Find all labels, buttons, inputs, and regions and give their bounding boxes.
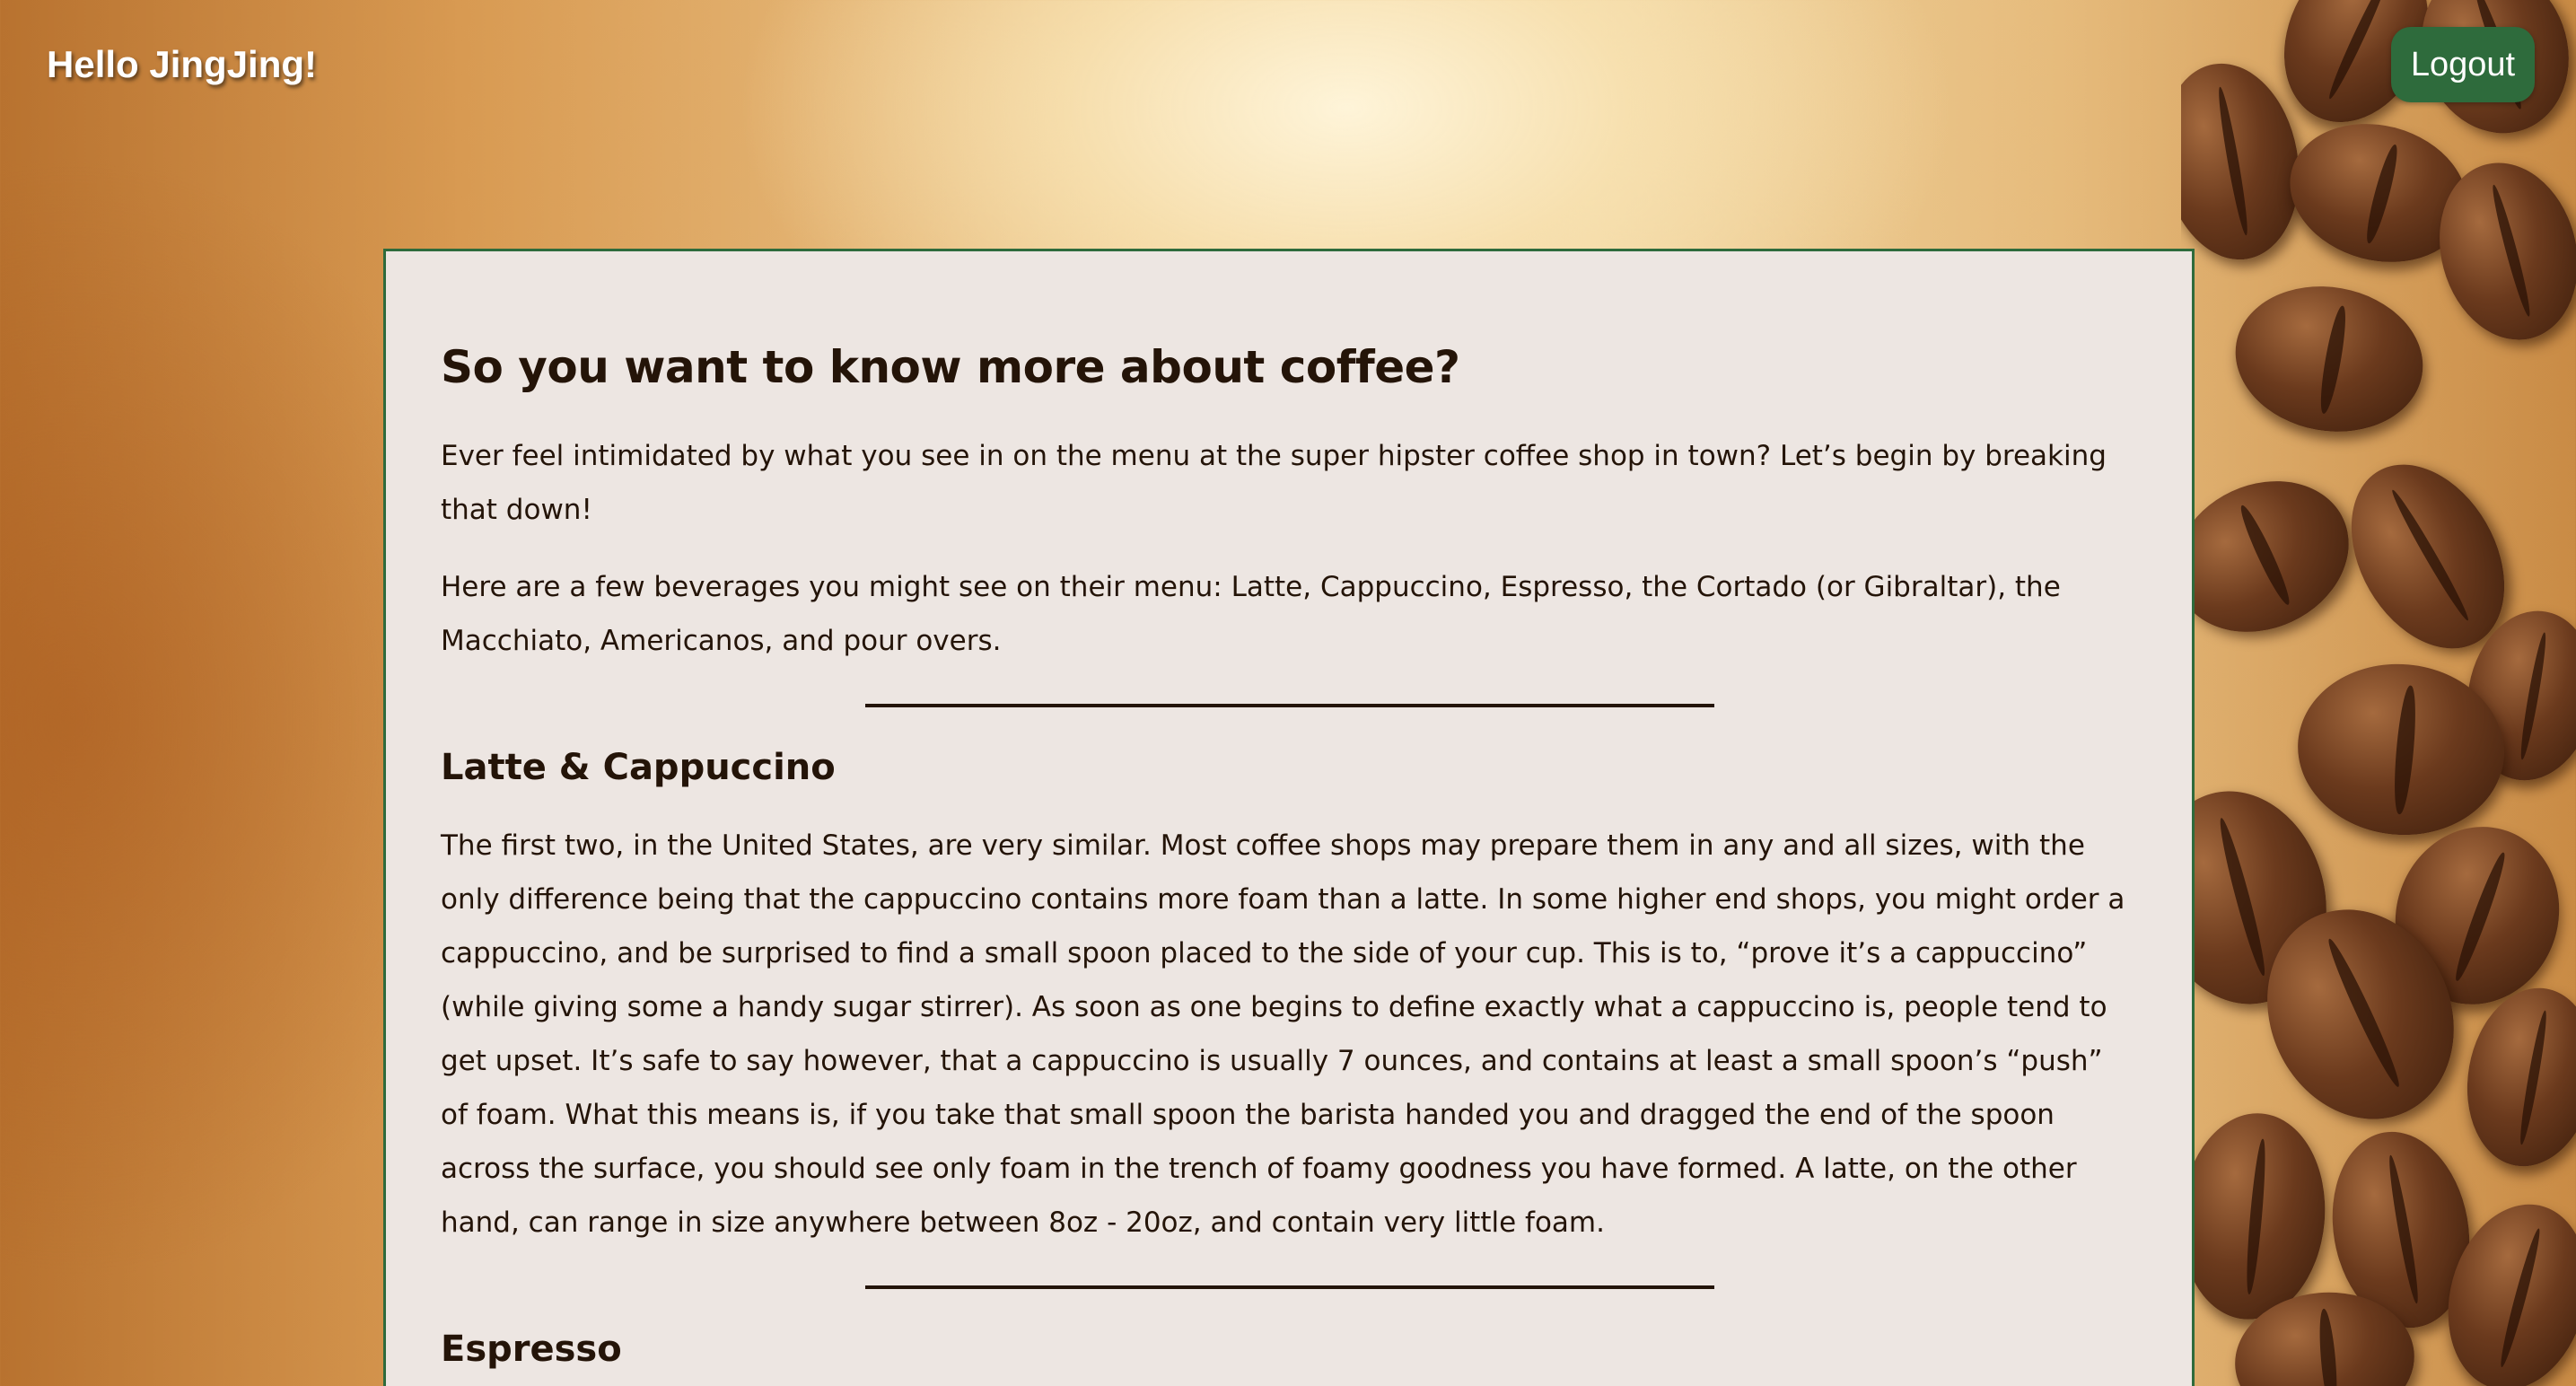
article-title: So you want to know more about coffee? xyxy=(441,341,1460,393)
coffee-bean xyxy=(2181,1107,2334,1326)
coffee-bean xyxy=(2223,271,2435,447)
coffee-bean xyxy=(2181,453,2374,660)
section-divider xyxy=(864,704,1714,707)
coffee-bean xyxy=(2453,978,2576,1177)
intro-paragraph: Ever feel intimidated by what you see in… xyxy=(441,440,2107,526)
section-heading: Latte & Cappuccino xyxy=(441,747,836,788)
section-heading: Espresso xyxy=(441,1329,622,1370)
article-card: So you want to know more about coffee? E… xyxy=(383,249,2195,1386)
user-greeting: Hello JingJing! xyxy=(47,43,318,85)
section-body: The first two, in the United States, are… xyxy=(441,829,2125,1239)
logout-button[interactable]: Logout xyxy=(2391,27,2535,102)
section-divider xyxy=(864,1285,1714,1289)
coffee-beans-decoration xyxy=(2181,0,2576,1386)
intro-paragraph: Here are a few beverages you might see o… xyxy=(441,571,2061,657)
